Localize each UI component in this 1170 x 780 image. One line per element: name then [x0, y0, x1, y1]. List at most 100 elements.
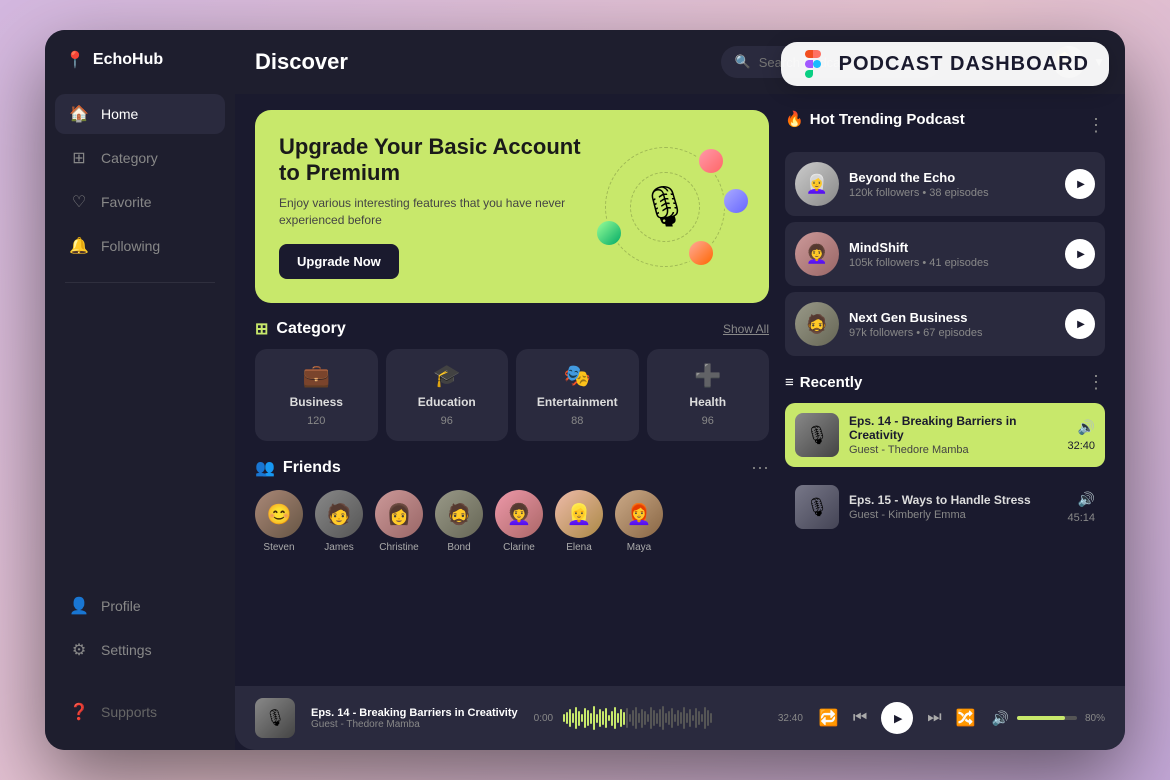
player-total-time: 32:40	[778, 713, 803, 724]
category-card-entertainment[interactable]: 🎭 Entertainment 88	[516, 349, 639, 441]
play-icon-0: ▶	[1077, 179, 1085, 190]
recently-item-1[interactable]: 🎙 Eps. 15 - Ways to Handle Stress Guest …	[785, 475, 1105, 539]
recently-guest-1: Guest - Kimberly Emma	[849, 509, 1057, 521]
next-icon[interactable]: ⏭	[927, 709, 941, 727]
volume-icon: 🔊	[992, 710, 1009, 727]
friend-christine[interactable]: 👩 Christine	[375, 490, 423, 553]
trending-item-0[interactable]: 👩‍🦳 Beyond the Echo 120k followers • 38 …	[785, 152, 1105, 216]
trending-play-0[interactable]: ▶	[1065, 169, 1095, 199]
play-pause-icon: ▶	[894, 712, 902, 725]
entertainment-count: 88	[571, 415, 583, 427]
category-card-education[interactable]: 🎓 Education 96	[386, 349, 509, 441]
recently-item-0[interactable]: 🎙 Eps. 14 - Breaking Barriers in Creativ…	[785, 403, 1105, 467]
settings-icon: ⚙	[69, 640, 89, 660]
sidebar-bottom: 👤 Profile ⚙ Settings ❓ Supports	[45, 586, 235, 730]
friend-elena[interactable]: 👱‍♀️ Elena	[555, 490, 603, 553]
trending-item-1[interactable]: 👩‍🦱 MindShift 105k followers • 41 episod…	[785, 222, 1105, 286]
trending-thumb-2: 🧔	[795, 302, 839, 346]
friend-name-bond: Bond	[447, 542, 470, 553]
sound-icon-1: 🔊	[1078, 491, 1095, 508]
sidebar-divider	[65, 282, 215, 283]
banner-text: Upgrade Your Basic Account to Premium En…	[279, 134, 585, 279]
sidebar-item-home-label: Home	[101, 106, 138, 122]
health-count: 96	[702, 415, 714, 427]
trending-more-icon[interactable]: ⋮	[1087, 115, 1105, 136]
recently-name-1: Eps. 15 - Ways to Handle Stress	[849, 493, 1057, 507]
friends-title: 👥 Friends	[255, 458, 341, 478]
profile-icon: 👤	[69, 596, 89, 616]
friend-avatar-maya: 👩‍🦰	[615, 490, 663, 538]
category-header: ⊞ Category Show All	[255, 319, 769, 339]
recently-info-0: Eps. 14 - Breaking Barriers in Creativit…	[849, 414, 1057, 456]
trending-play-1[interactable]: ▶	[1065, 239, 1095, 269]
friend-name-clarine: Clarine	[503, 542, 535, 553]
health-icon: ➕	[694, 363, 721, 389]
banner-visual: 🎙	[585, 137, 745, 277]
show-all-link[interactable]: Show All	[723, 322, 769, 336]
health-label: Health	[689, 395, 726, 409]
trending-list: 👩‍🦳 Beyond the Echo 120k followers • 38 …	[785, 152, 1105, 356]
sidebar-item-favorite-label: Favorite	[101, 194, 152, 210]
repeat-icon[interactable]: 🔁	[819, 708, 839, 728]
waveform[interactable]	[563, 706, 768, 730]
trending-item-2[interactable]: 🧔 Next Gen Business 97k followers • 67 e…	[785, 292, 1105, 356]
sidebar-item-category[interactable]: ⊞ Category	[55, 138, 225, 178]
recently-more-icon[interactable]: ⋮	[1087, 372, 1105, 393]
bottom-player: 🎙 Eps. 14 - Breaking Barriers in Creativ…	[235, 686, 1125, 750]
logo: 📍 EchoHub	[45, 50, 235, 94]
left-panel: Upgrade Your Basic Account to Premium En…	[255, 110, 769, 670]
friends-icon: 👥	[255, 458, 275, 478]
friends-section: 👥 Friends ··· 😊 Steven 🧑 James	[255, 457, 769, 553]
trending-name-2: Next Gen Business	[849, 310, 1055, 325]
trending-play-2[interactable]: ▶	[1065, 309, 1095, 339]
logo-text: EchoHub	[93, 51, 163, 69]
volume-fill	[1017, 716, 1065, 720]
friend-name-maya: Maya	[627, 542, 651, 553]
sidebar-item-favorite[interactable]: ♡ Favorite	[55, 182, 225, 222]
recently-list: 🎙 Eps. 14 - Breaking Barriers in Creativ…	[785, 403, 1105, 539]
prev-icon[interactable]: ⏮	[853, 709, 867, 727]
player-timeline: 0:00 32:40	[534, 706, 803, 730]
education-label: Education	[418, 395, 476, 409]
category-card-health[interactable]: ➕ Health 96	[647, 349, 770, 441]
friend-avatar-bond: 🧔	[435, 490, 483, 538]
sidebar-item-settings[interactable]: ⚙ Settings	[55, 630, 225, 670]
sidebar-item-profile[interactable]: 👤 Profile	[55, 586, 225, 626]
trending-meta-1: 105k followers • 41 episodes	[849, 257, 1055, 269]
friend-maya[interactable]: 👩‍🦰 Maya	[615, 490, 663, 553]
friend-avatar-clarine: 👩‍🦱	[495, 490, 543, 538]
banner-title: Upgrade Your Basic Account to Premium	[279, 134, 585, 187]
category-title: ⊞ Category	[255, 319, 346, 339]
recently-icon: ≡	[785, 374, 794, 391]
friend-avatar-elena: 👱‍♀️	[555, 490, 603, 538]
sidebar-item-following[interactable]: 🔔 Following	[55, 226, 225, 266]
category-card-business[interactable]: 💼 Business 120	[255, 349, 378, 441]
category-grid: 💼 Business 120 🎓 Education 96 🎭 Entertai…	[255, 349, 769, 441]
sidebar: 📍 EchoHub 🏠 Home ⊞ Category ♡ Favorite 🔔…	[45, 30, 235, 750]
shuffle-icon[interactable]: 🔀	[956, 708, 976, 728]
volume-bar[interactable]	[1017, 716, 1077, 720]
player-controls: 🔁 ⏮ ▶ ⏭ 🔀	[819, 702, 976, 734]
sidebar-item-category-label: Category	[101, 150, 158, 166]
friend-james[interactable]: 🧑 James	[315, 490, 363, 553]
sidebar-item-supports[interactable]: ❓ Supports	[69, 694, 211, 730]
recently-title: ≡ Recently	[785, 374, 862, 391]
category-grid-icon: ⊞	[255, 319, 268, 339]
recently-section: ≡ Recently ⋮ 🎙 Eps. 14 - Breaking Barrie…	[785, 372, 1105, 670]
play-icon-1: ▶	[1077, 249, 1085, 260]
recently-thumb-0: 🎙	[795, 413, 839, 457]
friends-more-icon[interactable]: ···	[751, 457, 769, 478]
trending-name-1: MindShift	[849, 240, 1055, 255]
sidebar-item-home[interactable]: 🏠 Home	[55, 94, 225, 134]
education-count: 96	[441, 415, 453, 427]
friend-steven[interactable]: 😊 Steven	[255, 490, 303, 553]
favorite-icon: ♡	[69, 192, 89, 212]
content-area: Upgrade Your Basic Account to Premium En…	[235, 94, 1125, 686]
upgrade-button[interactable]: Upgrade Now	[279, 244, 399, 279]
friend-clarine[interactable]: 👩‍🦱 Clarine	[495, 490, 543, 553]
trending-thumb-0: 👩‍🦳	[795, 162, 839, 206]
play-pause-button[interactable]: ▶	[881, 702, 913, 734]
friend-bond[interactable]: 🧔 Bond	[435, 490, 483, 553]
play-icon-2: ▶	[1077, 319, 1085, 330]
mic-emoji: 🎙	[640, 183, 691, 230]
